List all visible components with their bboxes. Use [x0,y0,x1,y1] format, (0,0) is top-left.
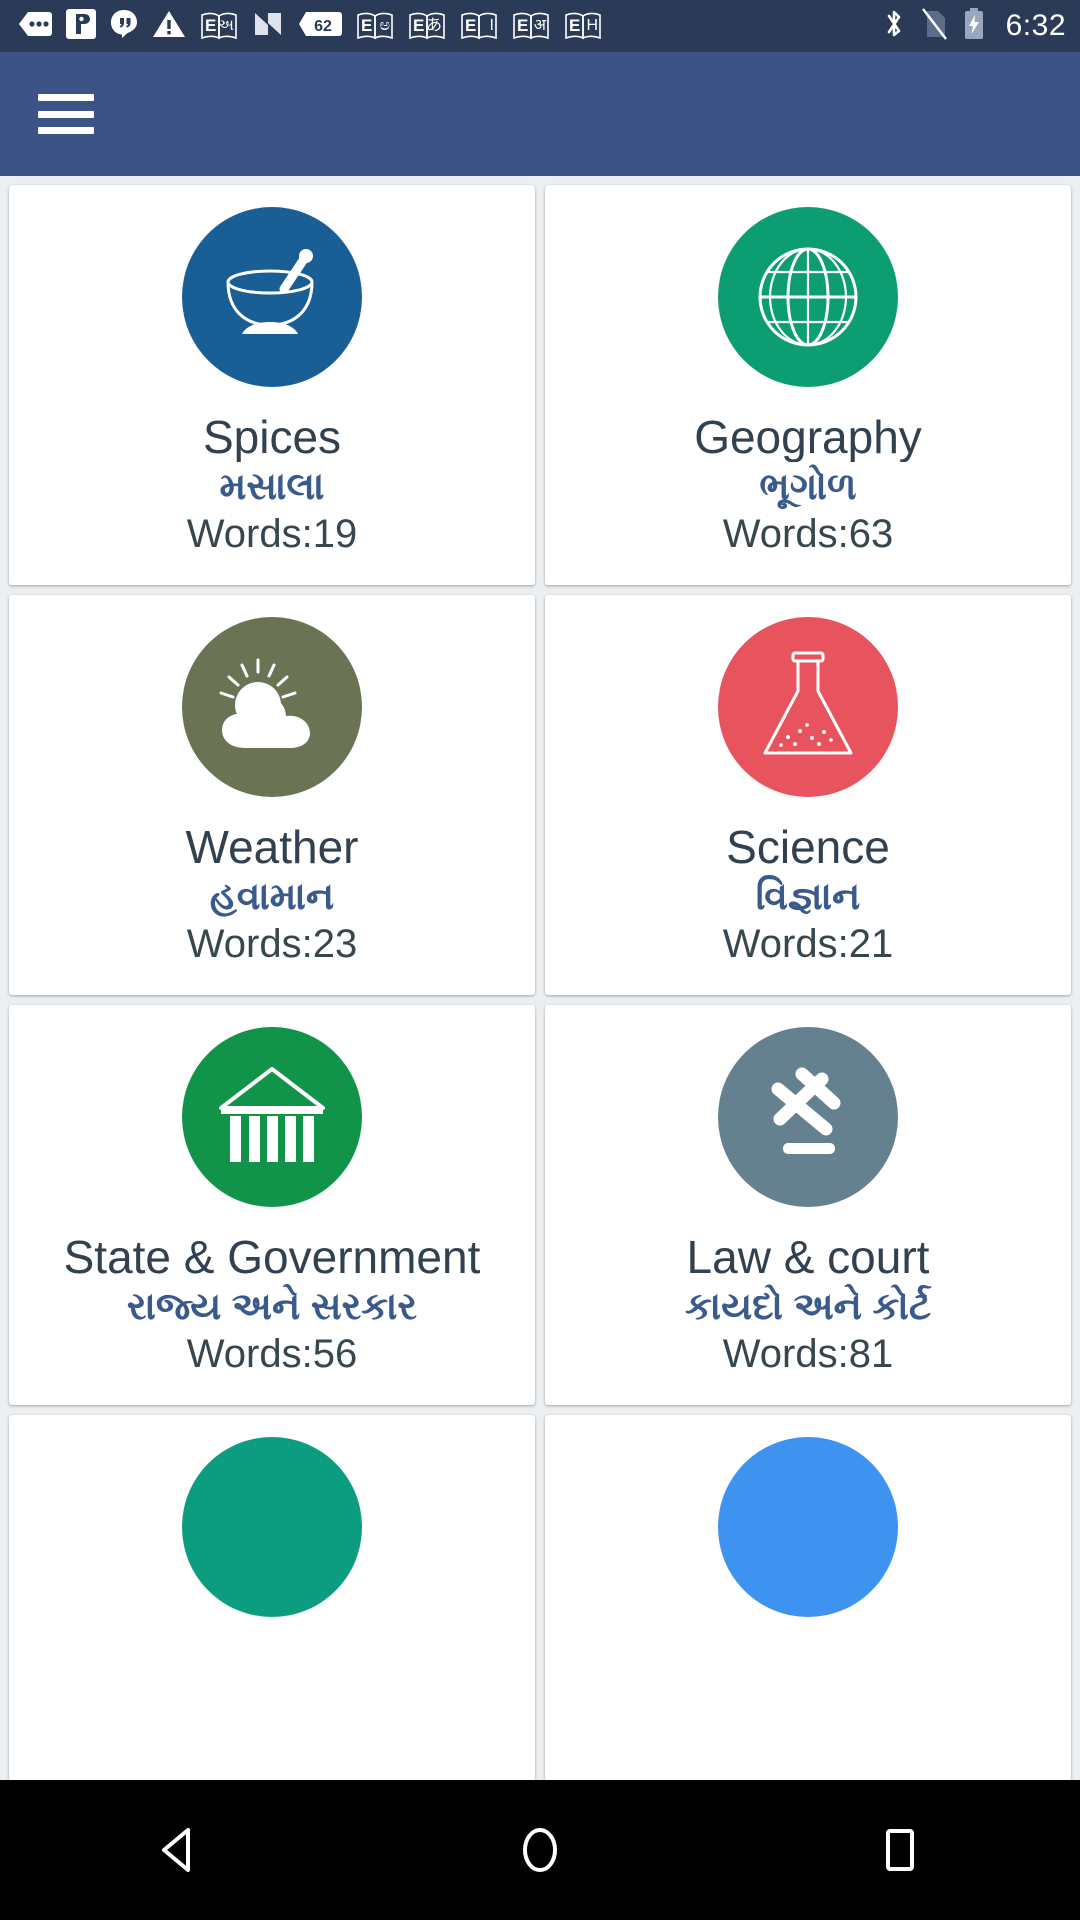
category-card-spices[interactable]: Spices મસાલા Words:19 [9,185,535,585]
bluetooth-icon [882,7,906,46]
dict-gujarati-icon: E અ [200,11,238,41]
category-grid[interactable]: Spices મસાલા Words:19 Geography ભૂગોળ Wo… [0,176,1080,1780]
partial-icon-circle [182,1437,362,1617]
category-subtitle: ભૂગોળ [759,465,857,508]
category-card-weather[interactable]: Weather હવામાન Words:23 [9,595,535,995]
globe-icon-circle [718,207,898,387]
government-building-icon [219,1067,325,1162]
messages-icon [18,10,52,43]
dict-hindi-left: E [517,16,529,35]
dict-gujarati-right: અ [217,17,234,34]
dict-italian-icon: E I [460,11,498,41]
dict-hungarian-left: E [569,16,581,35]
category-card-partial-left[interactable] [9,1415,535,1780]
category-title: Spices [202,413,342,462]
government-building-icon-circle [182,1027,362,1207]
dict-gujarati-left: E [205,16,217,35]
warning-icon [152,9,186,44]
status-bar-left-icons: E અ 62 E ಅ E あ E I E अ E H [18,8,882,44]
category-subtitle: મસાલા [219,465,325,508]
svg-text:62: 62 [314,18,332,35]
hangouts-icon [110,9,138,44]
hamburger-bar-2 [38,110,94,118]
category-title: Weather [185,823,359,872]
gavel-icon-circle [718,1027,898,1207]
category-word-count: Words:63 [722,512,894,557]
category-subtitle: રાજ્ય અને સરકાર [126,1285,418,1328]
category-card-science[interactable]: Science વિજ્ઞાન Words:21 [545,595,1071,995]
category-title: State & Government [63,1233,481,1282]
globe-icon [758,247,858,347]
sun-cloud-icon [219,658,310,748]
mortar-pestle-icon [226,249,314,334]
mortar-pestle-icon-circle [182,207,362,387]
category-subtitle: હવામાન [209,875,335,918]
category-card-state-government[interactable]: State & Government રાજ્ય અને સરકાર Words… [9,1005,535,1405]
nougat-icon [252,10,284,43]
dict-hungarian-right: H [586,17,598,34]
category-word-count: Words:81 [722,1332,894,1377]
category-word-count: Words:21 [722,922,894,967]
dict-japanese-icon: E あ [408,11,446,41]
category-title: Science [726,823,890,872]
category-word-count: Words:23 [186,922,358,967]
dict-italian-right: I [489,17,494,34]
category-title: Geography [694,413,922,462]
partial-icon-circle [718,1437,898,1617]
hamburger-bar-1 [38,94,94,101]
dict-hindi-right: अ [533,17,546,34]
dict-hindi-icon: E अ [512,11,550,41]
category-card-law-court[interactable]: Law & court કાયદો અને કોર્ટ Words:81 [545,1005,1071,1405]
nav-back-icon[interactable] [125,1795,235,1905]
category-card-partial-right[interactable] [545,1415,1071,1780]
dict-kannada-icon: E ಅ [356,11,394,41]
android-navigation-bar [0,1780,1080,1920]
sun-cloud-icon-circle [182,617,362,797]
battery-charging-icon [962,7,986,46]
category-subtitle: કાયદો અને કોર્ટ [685,1285,931,1328]
category-title: Law & court [686,1233,930,1282]
dict-italian-left: E [465,16,477,35]
app-bar [0,52,1080,176]
hamburger-bar-3 [38,127,94,134]
flask-icon-circle [718,617,898,797]
status-bar-right-icons: 6:32 [882,7,1066,46]
dict-hungarian-icon: E H [564,11,602,41]
hamburger-menu-icon[interactable] [38,94,94,134]
nav-home-icon[interactable] [485,1795,595,1905]
category-card-geography[interactable]: Geography ભૂગોળ Words:63 [545,185,1071,585]
app-notification-icon [66,8,96,44]
status-bar: E અ 62 E ಅ E あ E I E अ E H 6:32 [0,0,1080,52]
flask-icon [763,651,853,755]
nav-recents-icon[interactable] [845,1795,955,1905]
dict-japanese-right: あ [425,17,442,34]
dict-japanese-left: E [413,16,425,35]
category-word-count: Words:56 [186,1332,358,1377]
badge-62-icon: 62 [298,10,342,43]
category-word-count: Words:19 [186,512,358,557]
sim-missing-icon [920,7,948,46]
category-subtitle: વિજ્ઞાન [755,875,861,918]
gavel-icon [771,1067,841,1154]
dict-kannada-right: ಅ [379,17,390,34]
dict-kannada-left: E [361,16,373,35]
status-bar-clock: 6:32 [1005,9,1066,42]
